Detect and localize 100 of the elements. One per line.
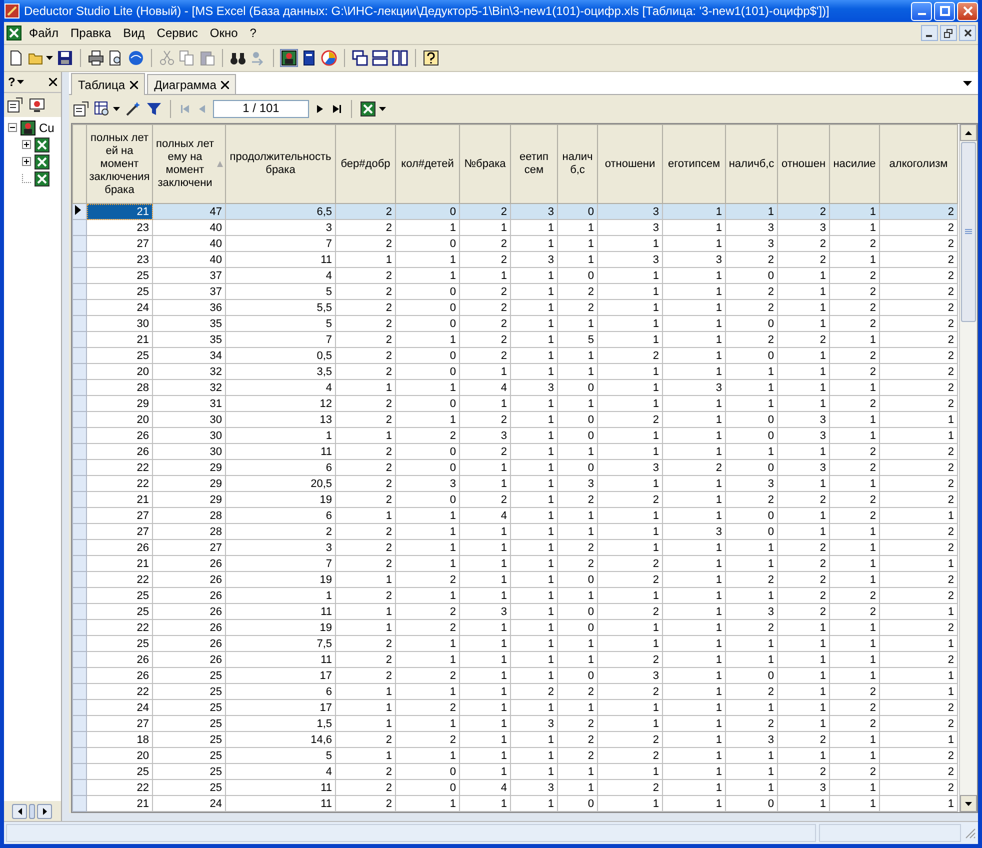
table-cell: 4: [226, 380, 336, 396]
table-cell: 1: [510, 572, 558, 588]
table-cell: 2: [880, 492, 958, 508]
menu-item[interactable]: ?: [244, 25, 262, 41]
column-header[interactable]: наличб,с: [726, 124, 778, 204]
filter-icon[interactable]: [146, 101, 162, 117]
printer-icon[interactable]: [88, 50, 104, 66]
tree-item[interactable]: Cu: [39, 120, 54, 134]
table-cell: 19: [226, 620, 336, 636]
column-header[interactable]: полных лет ему на момент заключени: [152, 124, 226, 204]
menu-item[interactable]: Окно: [204, 25, 243, 41]
wand-icon[interactable]: [125, 101, 141, 117]
column-header[interactable]: налич б,с: [558, 124, 598, 204]
record-position-field[interactable]: 1 / 101: [213, 100, 309, 118]
book-icon[interactable]: [301, 50, 317, 66]
table-cell: 2: [830, 460, 880, 476]
collapse-icon[interactable]: [8, 123, 17, 132]
row-indicator[interactable]: [72, 204, 86, 220]
table-cell: 2: [558, 684, 598, 700]
table-cell: 1: [510, 540, 558, 556]
tab[interactable]: Таблица: [71, 73, 146, 95]
resize-grip-icon[interactable]: [964, 827, 976, 839]
table-cell: 1: [396, 796, 460, 812]
column-header[interactable]: №брака: [460, 124, 510, 204]
column-header[interactable]: полных лет ей на момент заключения брака: [86, 124, 152, 204]
scrollbar-thumb[interactable]: [961, 142, 976, 322]
help-button[interactable]: ?: [8, 75, 16, 89]
tile-vertical-icon[interactable]: [392, 50, 408, 66]
chart-icon[interactable]: [321, 50, 337, 66]
paste-icon[interactable]: [199, 50, 215, 66]
dropdown-arrow-icon[interactable]: [17, 80, 24, 84]
column-header[interactable]: алкоголизм: [880, 124, 958, 204]
close-icon[interactable]: [49, 78, 57, 86]
new-document-icon[interactable]: [8, 50, 24, 66]
menu-item[interactable]: Вид: [118, 25, 150, 41]
table-cell: 1: [778, 396, 830, 412]
maximize-button[interactable]: [934, 2, 955, 20]
table-cell: 2: [460, 316, 510, 332]
table-cell: 2: [396, 700, 460, 716]
close-button[interactable]: [959, 25, 976, 41]
table-cell: 20,5: [226, 476, 336, 492]
dropdown-arrow-icon[interactable]: [113, 107, 120, 111]
table-cell: 3: [598, 252, 662, 268]
properties-icon[interactable]: [73, 101, 89, 117]
help-icon[interactable]: [423, 50, 439, 66]
expand-icon[interactable]: [22, 140, 31, 149]
expand-icon[interactable]: [22, 157, 31, 166]
close-icon[interactable]: [130, 80, 138, 88]
column-header[interactable]: насилие: [830, 124, 880, 204]
menu-item[interactable]: Сервис: [152, 25, 203, 41]
table-cell: 2: [726, 684, 778, 700]
column-header[interactable]: еготипсем: [662, 124, 726, 204]
table-cell: 1: [396, 524, 460, 540]
table-cell: 24: [86, 700, 152, 716]
restore-button[interactable]: [940, 25, 957, 41]
current-row-icon: [75, 204, 81, 214]
table-cell: 3: [226, 540, 336, 556]
table-cell: 1: [460, 796, 510, 812]
scroll-up-button[interactable]: [960, 124, 977, 141]
scroll-right-button[interactable]: [37, 804, 52, 818]
spreadsheet-icon[interactable]: [360, 101, 376, 117]
table-cell: 0: [396, 492, 460, 508]
scissors-icon[interactable]: [159, 50, 175, 66]
table-cell: 2: [336, 588, 396, 604]
dropdown-arrow-icon[interactable]: [963, 80, 972, 86]
scrollbar-thumb[interactable]: [29, 804, 35, 818]
monitor-icon[interactable]: [29, 97, 45, 113]
column-header[interactable]: бер#добр: [336, 124, 396, 204]
menu-item[interactable]: Файл: [24, 25, 64, 41]
table-cell: 2: [880, 236, 958, 252]
tile-horizontal-icon[interactable]: [372, 50, 388, 66]
spreadsheet-icon[interactable]: [34, 170, 50, 186]
spreadsheet-icon[interactable]: [34, 154, 50, 170]
table-cell: 1: [662, 636, 726, 652]
table-cell: 1: [510, 604, 558, 620]
column-header[interactable]: продолжительность брака: [226, 124, 336, 204]
cascade-windows-icon[interactable]: [352, 50, 368, 66]
table-search-icon[interactable]: [94, 101, 110, 117]
table-cell: 11: [226, 780, 336, 796]
column-header[interactable]: отношени: [598, 124, 662, 204]
scroll-left-button[interactable]: [12, 804, 27, 818]
spreadsheet-icon[interactable]: [34, 136, 50, 152]
scroll-down-button[interactable]: [960, 795, 977, 812]
column-header[interactable]: кол#детей: [396, 124, 460, 204]
globe-icon[interactable]: [128, 50, 144, 66]
dropdown-arrow-icon[interactable]: [379, 107, 386, 111]
binoculars-icon[interactable]: [230, 50, 246, 66]
portrait-icon[interactable]: [281, 50, 297, 66]
column-header[interactable]: отношен: [778, 124, 830, 204]
copy-icon[interactable]: [179, 50, 195, 66]
close-icon[interactable]: [221, 80, 230, 88]
column-header[interactable]: еетип сем: [510, 124, 558, 204]
save-icon[interactable]: [57, 50, 73, 66]
tab[interactable]: Диаграмма: [147, 74, 236, 94]
menu-item[interactable]: Правка: [66, 25, 116, 41]
table-cell: 2: [460, 204, 510, 220]
minimize-button[interactable]: [921, 25, 938, 41]
table-cell: 2: [880, 252, 958, 268]
properties-icon[interactable]: [7, 97, 23, 113]
dropdown-arrow-icon[interactable]: [46, 56, 53, 60]
